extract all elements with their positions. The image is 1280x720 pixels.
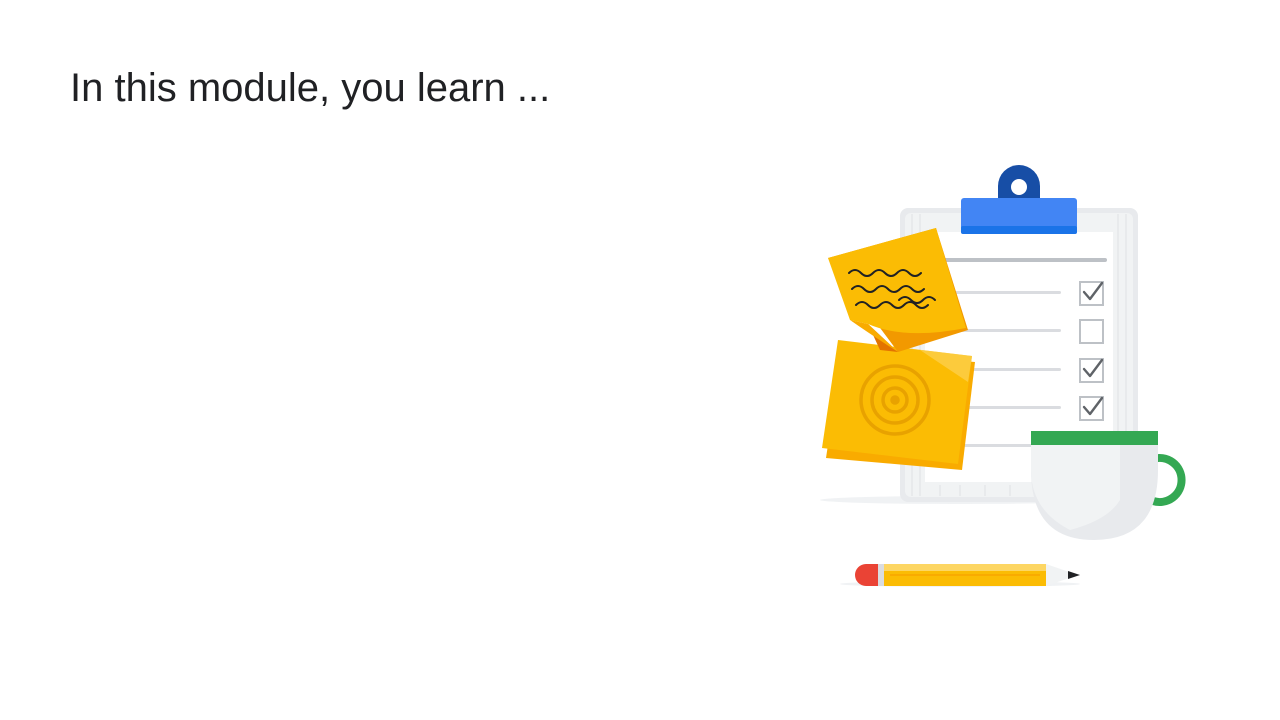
checkbox-icon (1079, 396, 1104, 421)
checkbox-icon (1079, 358, 1104, 383)
slide-title: In this module, you learn ... (70, 66, 551, 110)
checkbox-icon (1079, 319, 1104, 344)
clip-icon (961, 165, 1077, 234)
target-icon (859, 364, 931, 436)
sticky-note-icon (822, 340, 975, 470)
checklist-illustration (820, 165, 1186, 587)
coffee-cup-icon (1031, 431, 1186, 540)
slide: In this module, you learn ... (0, 0, 1280, 720)
pencil-icon (855, 564, 1080, 586)
checkbox-icon (1079, 281, 1104, 306)
